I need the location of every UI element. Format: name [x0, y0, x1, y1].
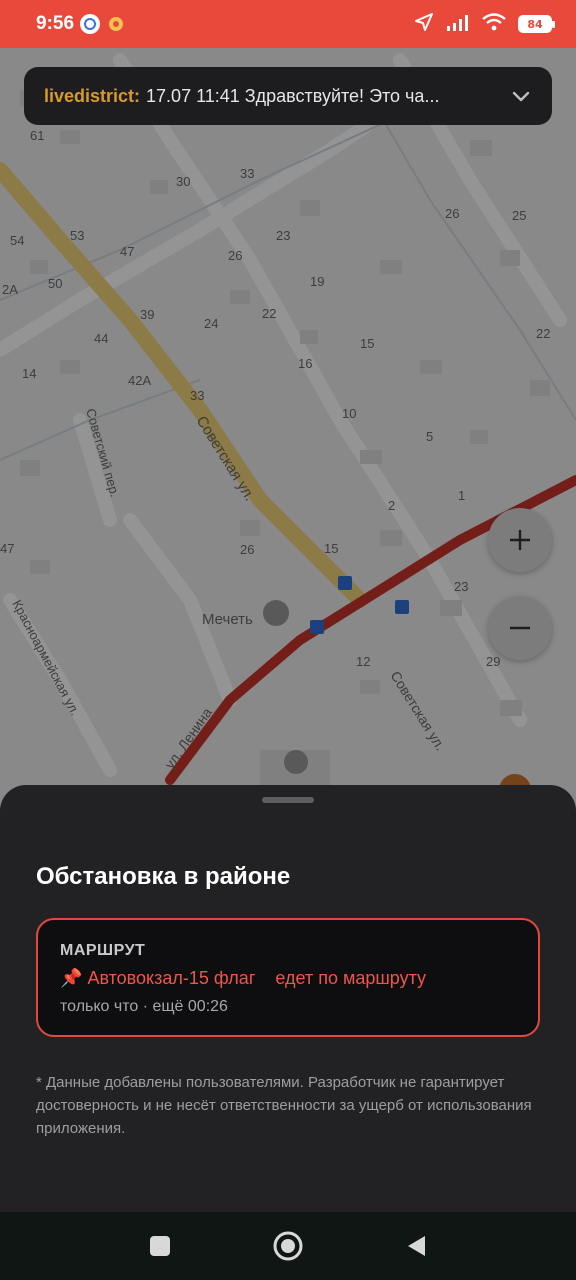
triangle-back-icon [408, 1236, 425, 1256]
map-house-number: 39 [140, 307, 154, 322]
wifi-icon [482, 13, 506, 35]
map-house-number: 22 [536, 326, 550, 341]
map-house-number: 30 [176, 174, 190, 189]
map-house-number: 26 [240, 542, 254, 557]
map-house-number: 54 [10, 233, 24, 248]
map-house-number: 50 [48, 276, 62, 291]
map-house-number: 26 [445, 206, 459, 221]
map-house-number: 22 [262, 306, 276, 321]
signal-icon [446, 13, 470, 35]
map-house-number: 14 [22, 366, 36, 381]
map-house-number: 25 [512, 208, 526, 223]
status-bar: 9:56 84 [0, 0, 576, 48]
navigation-bar [0, 1212, 576, 1280]
map-house-number: 29 [486, 654, 500, 669]
map-house-number: 2 [388, 498, 395, 513]
circle-icon [273, 1231, 303, 1261]
plus-icon [510, 530, 530, 550]
app-badge-icon [106, 14, 126, 34]
event-meta: только что · ещё 00:26 [60, 998, 228, 1015]
notification-text: 17.07 11:41 Здравствуйте! Это ча... [146, 85, 440, 106]
map-house-number: 12 [356, 654, 370, 669]
map-house-number: 19 [310, 274, 324, 289]
map-house-number: 53 [70, 228, 84, 243]
map-house-number: 5 [426, 429, 433, 444]
bottom-sheet: Обстановка в районе МАРШРУТ 📌 Автовокзал… [0, 785, 576, 1212]
disclaimer-text: * Данные добавлены пользователями. Разра… [36, 1074, 532, 1137]
notification-banner[interactable]: livedistrict: 17.07 11:41 Здравствуйте! … [24, 67, 552, 125]
map-house-number: 47 [0, 541, 14, 556]
zoom-out-button[interactable] [488, 596, 552, 660]
map-house-number: 33 [190, 388, 204, 403]
event-category: МАРШРУТ [60, 942, 146, 959]
status-time: 9:56 [36, 13, 75, 34]
map-house-number: 23 [276, 228, 290, 243]
notification-sender: livedistrict: [44, 85, 141, 106]
map-house-number: 44 [94, 331, 108, 346]
zoom-in-button[interactable] [488, 508, 552, 572]
event-status: едет по маршруту [275, 968, 427, 988]
minus-icon [510, 626, 530, 630]
sheet-title: Обстановка в районе [36, 863, 291, 890]
map-view[interactable]: Советская ул. Советский пер. Красноармейск… [0, 48, 576, 808]
messenger-icon [80, 14, 101, 34]
map-house-number: 15 [324, 541, 338, 556]
map-house-number: 10 [342, 406, 356, 421]
map-house-number: 42А [128, 373, 151, 388]
back-button[interactable] [398, 1228, 434, 1264]
square-icon [150, 1236, 170, 1256]
recents-button[interactable] [142, 1228, 178, 1264]
chevron-down-icon[interactable] [510, 85, 532, 107]
map-house-number: 2А [2, 282, 18, 297]
map-house-number: 61 [30, 128, 44, 143]
map-house-number: 24 [204, 316, 218, 331]
map-house-number: 16 [298, 356, 312, 371]
battery-icon: 84 [518, 15, 555, 33]
location-arrow-icon [414, 12, 434, 36]
map-house-number: 33 [240, 166, 254, 181]
sheet-drag-handle[interactable] [262, 797, 314, 803]
home-button[interactable] [270, 1228, 306, 1264]
pin-icon: 📌 [60, 968, 83, 988]
event-name: Автовокзал-15 флаг [87, 968, 256, 988]
map-street-label: Мечеть [202, 611, 253, 628]
event-line: 📌 Автовокзал-15 флаг едет по маршруту [60, 968, 426, 989]
map-house-number: 15 [360, 336, 374, 351]
map-house-number: 23 [454, 579, 468, 594]
map-house-number: 26 [228, 248, 242, 263]
map-house-number: 47 [120, 244, 134, 259]
map-house-number: 1 [458, 488, 465, 503]
event-card[interactable]: МАРШРУТ 📌 Автовокзал-15 флаг едет по мар… [36, 918, 540, 1037]
